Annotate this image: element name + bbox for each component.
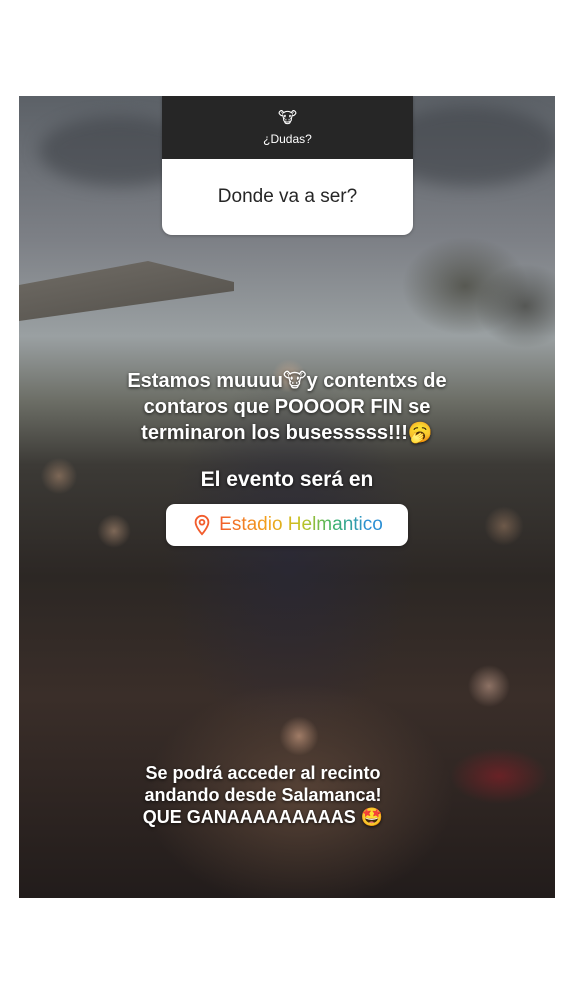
announcement-line-3: terminaron los busesssss!!!🥱	[141, 422, 433, 444]
location-sticker[interactable]: Estadio Helmantico	[166, 504, 408, 546]
closing-text: Se podrá acceder al recinto andando desd…	[19, 762, 531, 828]
question-title: ¿Dudas?	[263, 131, 312, 146]
announcement-line-1: Estamos muuuu🐮y contentxs de	[127, 370, 447, 392]
event-intro-text: El evento será en	[200, 468, 374, 491]
announcement-text: Estamos muuuu🐮y contentxs de contaros qu…	[19, 368, 555, 446]
closing-line-3: QUE GANAAAAAAAAAS 🤩	[142, 807, 384, 827]
location-name: Estadio Helmantico	[219, 514, 383, 535]
story-frame: 🐮 ¿Dudas? Donde va a ser? Estamos muuuu🐮…	[19, 96, 555, 898]
question-answer: Donde va a ser?	[217, 186, 358, 207]
question-sticker[interactable]: 🐮 ¿Dudas? Donde va a ser?	[162, 96, 413, 235]
question-header: 🐮 ¿Dudas?	[162, 96, 413, 159]
closing-line-2: andando desde Salamanca!	[144, 785, 382, 805]
background-stage	[19, 261, 234, 321]
location-pin-icon	[194, 514, 210, 536]
background-trees	[355, 226, 555, 356]
announcement-line-2: contaros que POOOOR FIN se	[143, 396, 431, 418]
closing-line-1: Se podrá acceder al recinto	[145, 763, 381, 783]
cow-emoji-icon: 🐮	[278, 109, 297, 127]
